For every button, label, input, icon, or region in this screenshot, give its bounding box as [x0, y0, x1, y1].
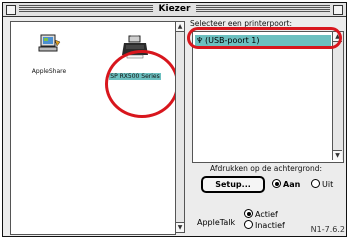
chooser-window: Kiezer AppleShare SP RX500 Series ▲ ▼ Se… [2, 2, 347, 237]
driver-list-scrollbar[interactable]: ▲ ▼ [175, 21, 185, 233]
radio-on-icon [272, 179, 281, 188]
zoom-box-icon[interactable] [333, 5, 343, 15]
port-list: ♆ (USB-poort 1) ▲ ▼ [192, 31, 344, 163]
radio-on-icon [244, 209, 253, 218]
radio-aan[interactable]: Aan [272, 179, 300, 190]
background-printing-label: Afdrukken op de achtergrond: [210, 164, 323, 173]
annotation-circle-port [187, 27, 342, 49]
driver-label-appleshare: AppleShare [31, 68, 67, 75]
setup-button[interactable]: Setup... [202, 177, 264, 192]
annotation-circle-driver [105, 50, 179, 118]
version-label: N1-7.6.2 [310, 225, 345, 234]
scroll-down-arrow-icon[interactable]: ▼ [176, 222, 184, 232]
appleshare-icon [38, 34, 61, 52]
radio-uit-label: Uit [322, 180, 334, 189]
radio-off-icon [244, 220, 253, 229]
title-bar[interactable]: Kiezer [3, 3, 346, 17]
port-list-scrollbar[interactable]: ▲ ▼ [332, 32, 343, 160]
close-box-icon[interactable] [6, 5, 16, 15]
appletalk-label: AppleTalk [197, 218, 236, 227]
radio-inactief[interactable]: Inactief [244, 220, 285, 231]
window-title: Kiezer [152, 3, 197, 16]
radio-uit[interactable]: Uit [311, 179, 333, 190]
radio-actief-label: Actief [255, 210, 278, 219]
driver-item-appleshare[interactable]: AppleShare [13, 34, 85, 77]
port-panel: Selecteer een printerpoort: ♆ (USB-poort… [187, 19, 345, 236]
scroll-up-arrow-icon[interactable]: ▲ [176, 22, 184, 32]
radio-off-icon [311, 179, 320, 188]
driver-list: AppleShare SP RX500 Series [10, 21, 179, 235]
radio-actief[interactable]: Actief [244, 209, 278, 220]
radio-inactief-label: Inactief [255, 221, 285, 230]
port-scroll-down-icon[interactable]: ▼ [333, 150, 342, 160]
radio-aan-label: Aan [283, 180, 301, 189]
